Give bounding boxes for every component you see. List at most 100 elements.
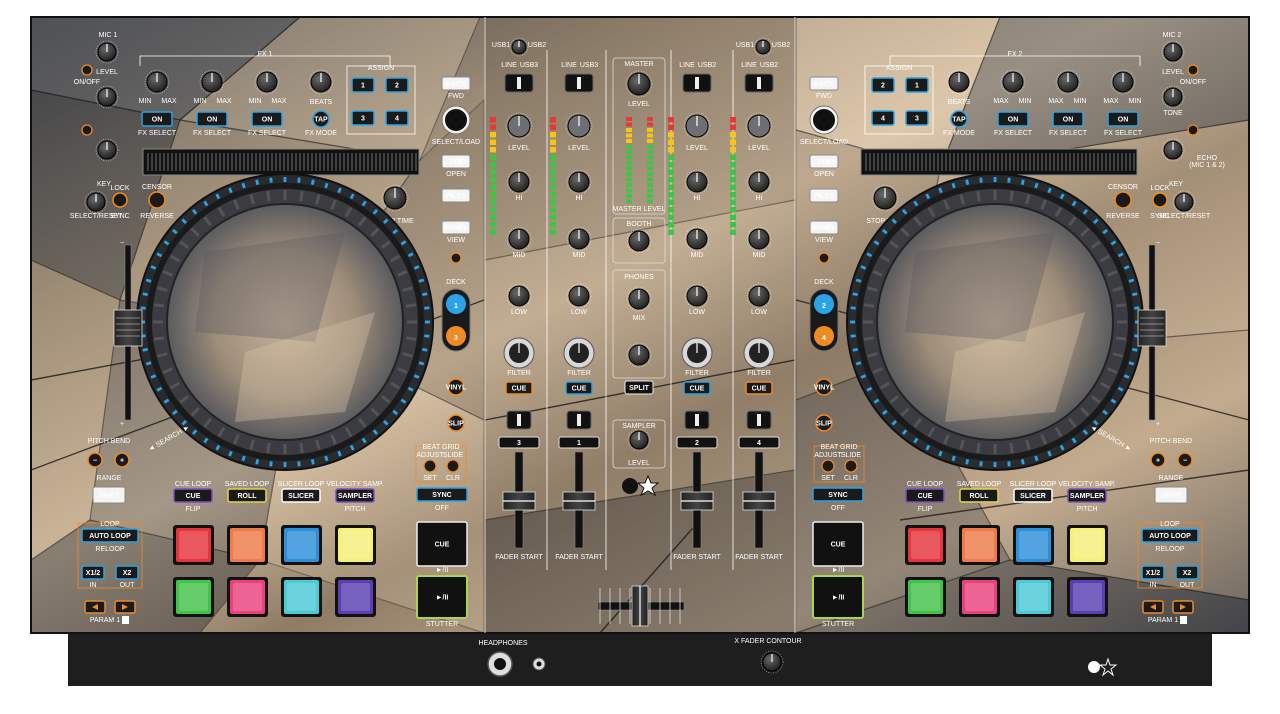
left-jog-wheel[interactable] bbox=[137, 174, 433, 470]
right-jog-wheel[interactable] bbox=[847, 174, 1143, 470]
mixer-channel-2-filter-knob[interactable] bbox=[682, 338, 712, 368]
left-assign-button-1[interactable]: 1 bbox=[352, 78, 374, 92]
right-performance-pad-4[interactable] bbox=[1067, 525, 1108, 565]
right-lprep-button[interactable]: L.PREP bbox=[810, 155, 838, 168]
right-assign-button-1[interactable]: 1 bbox=[906, 78, 928, 92]
crossfader[interactable] bbox=[632, 586, 648, 626]
mixer-channel-1-cue-button[interactable]: CUE bbox=[566, 382, 592, 394]
right-view-toggle-button[interactable] bbox=[819, 253, 829, 263]
right-deck-switch[interactable]: 24 bbox=[810, 289, 838, 351]
right-pitch-fader[interactable] bbox=[1138, 310, 1166, 346]
right-performance-pad-7[interactable] bbox=[1013, 577, 1054, 617]
left-beatgrid-slide-button[interactable] bbox=[447, 460, 459, 472]
right-fx-on-button-2[interactable]: ON bbox=[1053, 112, 1083, 126]
left-tap-button[interactable]: TAP bbox=[313, 111, 329, 127]
left-performance-pad-8[interactable] bbox=[335, 577, 376, 617]
left-echo-button[interactable] bbox=[82, 125, 92, 135]
right-tap-button[interactable]: TAP bbox=[951, 111, 967, 127]
left-back-button[interactable]: BACK bbox=[442, 77, 470, 90]
left-mode-button-4[interactable]: SAMPLER bbox=[336, 489, 374, 502]
left-cue-button[interactable]: CUE bbox=[417, 522, 467, 566]
right-slip-button[interactable]: SLIP bbox=[816, 415, 832, 431]
mixer-channel-1-number[interactable]: 1 bbox=[559, 437, 599, 448]
mixer-channel-3-volume-fader[interactable] bbox=[503, 492, 535, 510]
right-performance-pad-3[interactable] bbox=[1013, 525, 1054, 565]
left-assign-button-4[interactable]: 4 bbox=[386, 111, 408, 125]
right-mic-onoff-button[interactable] bbox=[1188, 65, 1198, 75]
right-cue-button[interactable]: CUE bbox=[813, 522, 863, 566]
headphones-jack[interactable] bbox=[488, 652, 512, 676]
right-fx-on-button-3[interactable]: ON bbox=[998, 112, 1028, 126]
left-fx-on-button-2[interactable]: ON bbox=[197, 112, 227, 126]
left-shift-button[interactable]: SHIFT bbox=[93, 487, 125, 503]
mixer-channel-4-filter-knob[interactable] bbox=[744, 338, 774, 368]
left-lprep-button[interactable]: L.PREP bbox=[442, 155, 470, 168]
left-loop-half-button[interactable]: X1/2 bbox=[82, 566, 104, 579]
mixer-channel-2-number[interactable]: 2 bbox=[677, 437, 717, 448]
left-select-load-encoder[interactable] bbox=[442, 106, 470, 134]
mixer-channel-4-number[interactable]: 4 bbox=[739, 437, 779, 448]
left-files-button[interactable]: FILES bbox=[442, 189, 470, 202]
left-fx-on-button-1[interactable]: ON bbox=[142, 112, 172, 126]
right-fx-on-button-1[interactable]: ON bbox=[1108, 112, 1138, 126]
left-performance-pad-7[interactable] bbox=[281, 577, 322, 617]
right-sync-button[interactable]: SYNC bbox=[813, 488, 863, 501]
right-select-load-encoder[interactable] bbox=[810, 106, 838, 134]
right-pitch-bend-plus[interactable]: + bbox=[1151, 453, 1165, 467]
right-files-button[interactable]: FILES bbox=[810, 189, 838, 202]
right-performance-pad-8[interactable] bbox=[1067, 577, 1108, 617]
mixer-channel-3-filter-knob[interactable] bbox=[504, 338, 534, 368]
mini-headphones-jack[interactable] bbox=[533, 658, 545, 670]
mixer-channel-4-cue-button[interactable]: CUE bbox=[746, 382, 772, 394]
left-loop-double-button[interactable]: X2 bbox=[116, 566, 138, 579]
left-beatgrid-adjust-button[interactable] bbox=[424, 460, 436, 472]
right-back-button[interactable]: BACK bbox=[810, 77, 838, 90]
right-censor-button[interactable] bbox=[1115, 192, 1131, 208]
right-play-pause-button[interactable]: ►/II bbox=[813, 576, 863, 618]
right-shift-button[interactable]: SHIFT bbox=[1155, 487, 1187, 503]
right-loop-half-button[interactable]: X1/2 bbox=[1142, 566, 1164, 579]
left-performance-pad-2[interactable] bbox=[227, 525, 268, 565]
right-mode-button-1[interactable]: CUE bbox=[906, 489, 944, 502]
split-button[interactable]: SPLIT bbox=[625, 381, 653, 394]
right-performance-pad-5[interactable] bbox=[905, 577, 946, 617]
left-param-right-button[interactable] bbox=[115, 601, 135, 613]
right-beatgrid-adjust-button[interactable] bbox=[822, 460, 834, 472]
right-auto-loop-button[interactable]: AUTO LOOP bbox=[1142, 529, 1198, 542]
right-assign-button-4[interactable]: 4 bbox=[872, 111, 894, 125]
right-performance-pad-2[interactable] bbox=[959, 525, 1000, 565]
left-performance-pad-5[interactable] bbox=[173, 577, 214, 617]
left-sync-lock-button[interactable] bbox=[113, 193, 127, 207]
right-performance-pad-6[interactable] bbox=[959, 577, 1000, 617]
right-mode-button-4[interactable]: SAMPLER bbox=[1068, 489, 1106, 502]
left-pitch-bend-minus[interactable]: − bbox=[88, 453, 102, 467]
mixer-channel-1-volume-fader[interactable] bbox=[563, 492, 595, 510]
left-performance-pad-3[interactable] bbox=[281, 525, 322, 565]
left-param-left-button[interactable] bbox=[85, 601, 105, 613]
left-performance-pad-1[interactable] bbox=[173, 525, 214, 565]
right-param-left-button[interactable] bbox=[1143, 601, 1163, 613]
right-mode-button-3[interactable]: SLICER bbox=[1014, 489, 1052, 502]
right-param-right-button[interactable] bbox=[1173, 601, 1193, 613]
mixer-channel-1-filter-knob[interactable] bbox=[564, 338, 594, 368]
right-performance-pad-1[interactable] bbox=[905, 525, 946, 565]
left-mic-onoff-button[interactable] bbox=[82, 65, 92, 75]
right-echo-button[interactable] bbox=[1188, 125, 1198, 135]
left-panel-button[interactable]: PANEL bbox=[442, 221, 470, 234]
left-assign-button-2[interactable]: 2 bbox=[386, 78, 408, 92]
right-pitch-bend-minus[interactable]: − bbox=[1178, 453, 1192, 467]
right-panel-button[interactable]: PANEL bbox=[810, 221, 838, 234]
right-loop-double-button[interactable]: X2 bbox=[1176, 566, 1198, 579]
left-slip-button[interactable]: SLIP bbox=[448, 415, 464, 431]
mixer-channel-3-cue-button[interactable]: CUE bbox=[506, 382, 532, 394]
left-mode-button-2[interactable]: ROLL bbox=[228, 489, 266, 502]
left-mode-button-1[interactable]: CUE bbox=[174, 489, 212, 502]
left-pitch-fader[interactable] bbox=[114, 310, 142, 346]
left-fx-on-button-3[interactable]: ON bbox=[252, 112, 282, 126]
left-mode-button-3[interactable]: SLICER bbox=[282, 489, 320, 502]
right-assign-button-2[interactable]: 2 bbox=[872, 78, 894, 92]
left-performance-pad-6[interactable] bbox=[227, 577, 268, 617]
right-beatgrid-slide-button[interactable] bbox=[845, 460, 857, 472]
mixer-channel-2-volume-fader[interactable] bbox=[681, 492, 713, 510]
left-assign-button-3[interactable]: 3 bbox=[352, 111, 374, 125]
